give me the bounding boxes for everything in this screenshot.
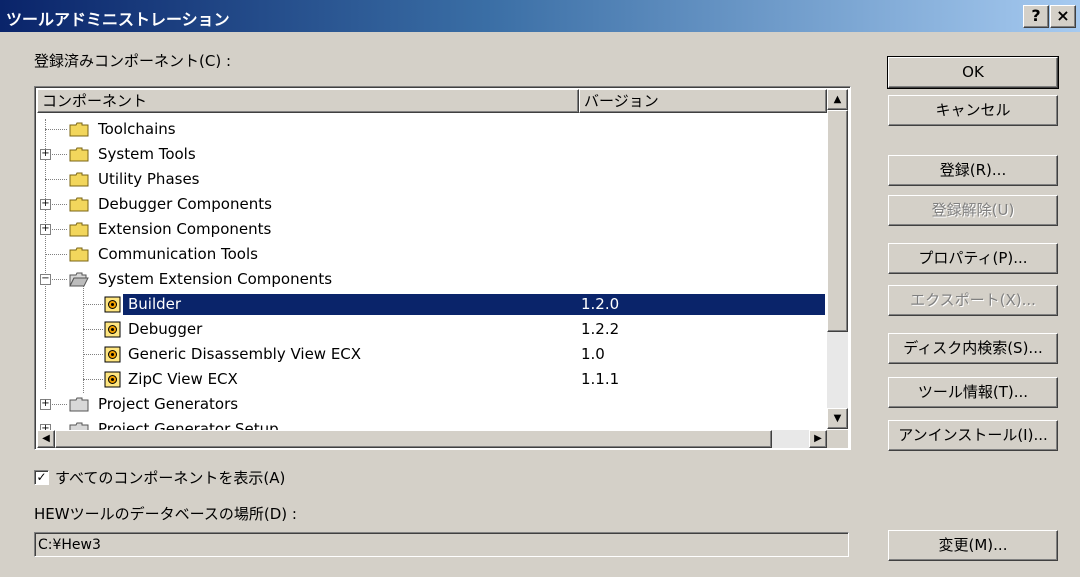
open-folder-icon	[69, 272, 89, 287]
tree-item-extension-components[interactable]: + Extension Components	[37, 217, 825, 242]
tree-item-toolchains[interactable]: Toolchains	[37, 117, 825, 142]
collapse-icon[interactable]: −	[40, 274, 51, 285]
components-listview[interactable]: コンポーネント バージョン Toolchains + System Tools …	[34, 86, 851, 450]
tree-line	[83, 379, 103, 380]
scroll-down-icon[interactable]: ▼	[827, 408, 848, 429]
tree-line	[45, 179, 67, 180]
disk-search-button[interactable]: ディスク内検索(S)...	[888, 333, 1058, 364]
tree-item-system-extension-components[interactable]: − System Extension Components	[37, 267, 825, 292]
tree-item-debugger-components[interactable]: + Debugger Components	[37, 192, 825, 217]
tree-item-system-tools[interactable]: + System Tools	[37, 142, 825, 167]
tree-line	[52, 279, 67, 280]
components-label: 登録済みコンポーネント(C) :	[34, 52, 232, 70]
column-header-component[interactable]: コンポーネント	[37, 89, 579, 113]
tree-item-label: Communication Tools	[98, 245, 258, 263]
component-icon	[104, 346, 121, 363]
tree-item-label: Debugger	[128, 320, 203, 338]
help-button[interactable]: ?	[1023, 5, 1049, 28]
scroll-left-icon[interactable]: ◀	[37, 430, 55, 448]
tree-line	[83, 329, 103, 330]
tree-line	[45, 129, 67, 130]
folder-icon	[69, 197, 89, 212]
expand-icon[interactable]: +	[40, 224, 51, 235]
version-cell: 1.1.1	[581, 370, 620, 388]
folder-icon	[69, 122, 89, 137]
tree-line	[83, 354, 103, 355]
scroll-right-icon[interactable]: ▶	[809, 430, 827, 448]
db-location-field: C:¥Hew3	[34, 532, 849, 557]
tree-item-label: Generic Disassembly View ECX	[128, 345, 362, 363]
tree-item-zipc-view[interactable]: ZipC View ECX 1.1.1	[37, 367, 825, 392]
cancel-button[interactable]: キャンセル	[888, 95, 1058, 126]
tree-item-label: Builder	[128, 295, 182, 313]
scroll-thumb[interactable]	[827, 110, 848, 332]
unregister-button[interactable]: 登録解除(U)	[888, 195, 1058, 226]
register-button[interactable]: 登録(R)...	[888, 155, 1058, 186]
folder-icon	[69, 247, 89, 262]
show-all-label[interactable]: すべてのコンポーネントを表示(A)	[55, 467, 285, 488]
tool-info-button[interactable]: ツール情報(T)...	[888, 377, 1058, 408]
expand-icon[interactable]: +	[40, 399, 51, 410]
tree-item-label: Toolchains	[98, 120, 176, 138]
tree-line	[45, 254, 67, 255]
tree-item-generic-disassembly-view[interactable]: Generic Disassembly View ECX 1.0	[37, 342, 825, 367]
scroll-corner	[827, 430, 848, 448]
tree-item-utility-phases[interactable]: Utility Phases	[37, 167, 825, 192]
column-header-version[interactable]: バージョン	[579, 89, 827, 113]
title-bar[interactable]: ツールアドミニストレーション ? ×	[0, 0, 1080, 32]
tree-line	[83, 304, 103, 305]
tree-item-label: Project Generators	[98, 395, 239, 413]
close-button[interactable]: ×	[1050, 5, 1076, 28]
scroll-thumb-horizontal[interactable]	[55, 430, 772, 448]
properties-button[interactable]: プロパティ(P)...	[888, 243, 1058, 274]
tree-line	[52, 154, 67, 155]
expand-icon[interactable]: +	[40, 149, 51, 160]
component-icon	[104, 371, 121, 388]
expand-icon[interactable]: +	[40, 199, 51, 210]
tree-item-label: Debugger Components	[98, 195, 272, 213]
folder-icon	[69, 222, 89, 237]
version-cell: 1.2.0	[581, 295, 620, 313]
tree-item-label: Utility Phases	[98, 170, 200, 188]
ok-button[interactable]: OK	[887, 56, 1059, 89]
folder-icon	[69, 147, 89, 162]
tree-item-label: Extension Components	[98, 220, 272, 238]
tree-item-builder[interactable]: Builder 1.2.0	[37, 292, 825, 317]
db-location-label: HEWツールのデータベースの場所(D) :	[34, 505, 297, 523]
tree-item-communication-tools[interactable]: Communication Tools	[37, 242, 825, 267]
tree-line	[52, 404, 67, 405]
change-button[interactable]: 変更(M)...	[888, 530, 1058, 561]
show-all-checkbox[interactable]: ✓	[34, 470, 49, 485]
tree-item-label: ZipC View ECX	[128, 370, 238, 388]
tree-item-project-generators[interactable]: + Project Generators	[37, 392, 825, 417]
uninstall-button[interactable]: アンインストール(I)...	[888, 420, 1058, 451]
export-button[interactable]: エクスポート(X)...	[888, 285, 1058, 316]
version-cell: 1.2.2	[581, 320, 620, 338]
folder-icon	[69, 397, 89, 412]
scroll-up-icon[interactable]: ▲	[827, 89, 848, 110]
component-icon	[104, 296, 121, 313]
tree-item-label: System Tools	[98, 145, 196, 163]
vertical-scrollbar[interactable]: ▲ ▼	[827, 89, 848, 429]
selection-highlight	[123, 294, 825, 315]
tree-item-label: System Extension Components	[98, 270, 333, 288]
window-title: ツールアドミニストレーション	[6, 10, 230, 29]
folder-icon	[69, 172, 89, 187]
tree-item-project-generator-setup[interactable]: + Project Generator Setup	[37, 417, 825, 431]
horizontal-scrollbar[interactable]: ◀ ▶	[37, 430, 827, 448]
version-cell: 1.0	[581, 345, 605, 363]
tree-line	[52, 204, 67, 205]
tree-item-debugger[interactable]: Debugger 1.2.2	[37, 317, 825, 342]
component-icon	[104, 321, 121, 338]
tree-line	[52, 229, 67, 230]
tree-rows: Toolchains + System Tools Utility Phases…	[37, 115, 825, 431]
